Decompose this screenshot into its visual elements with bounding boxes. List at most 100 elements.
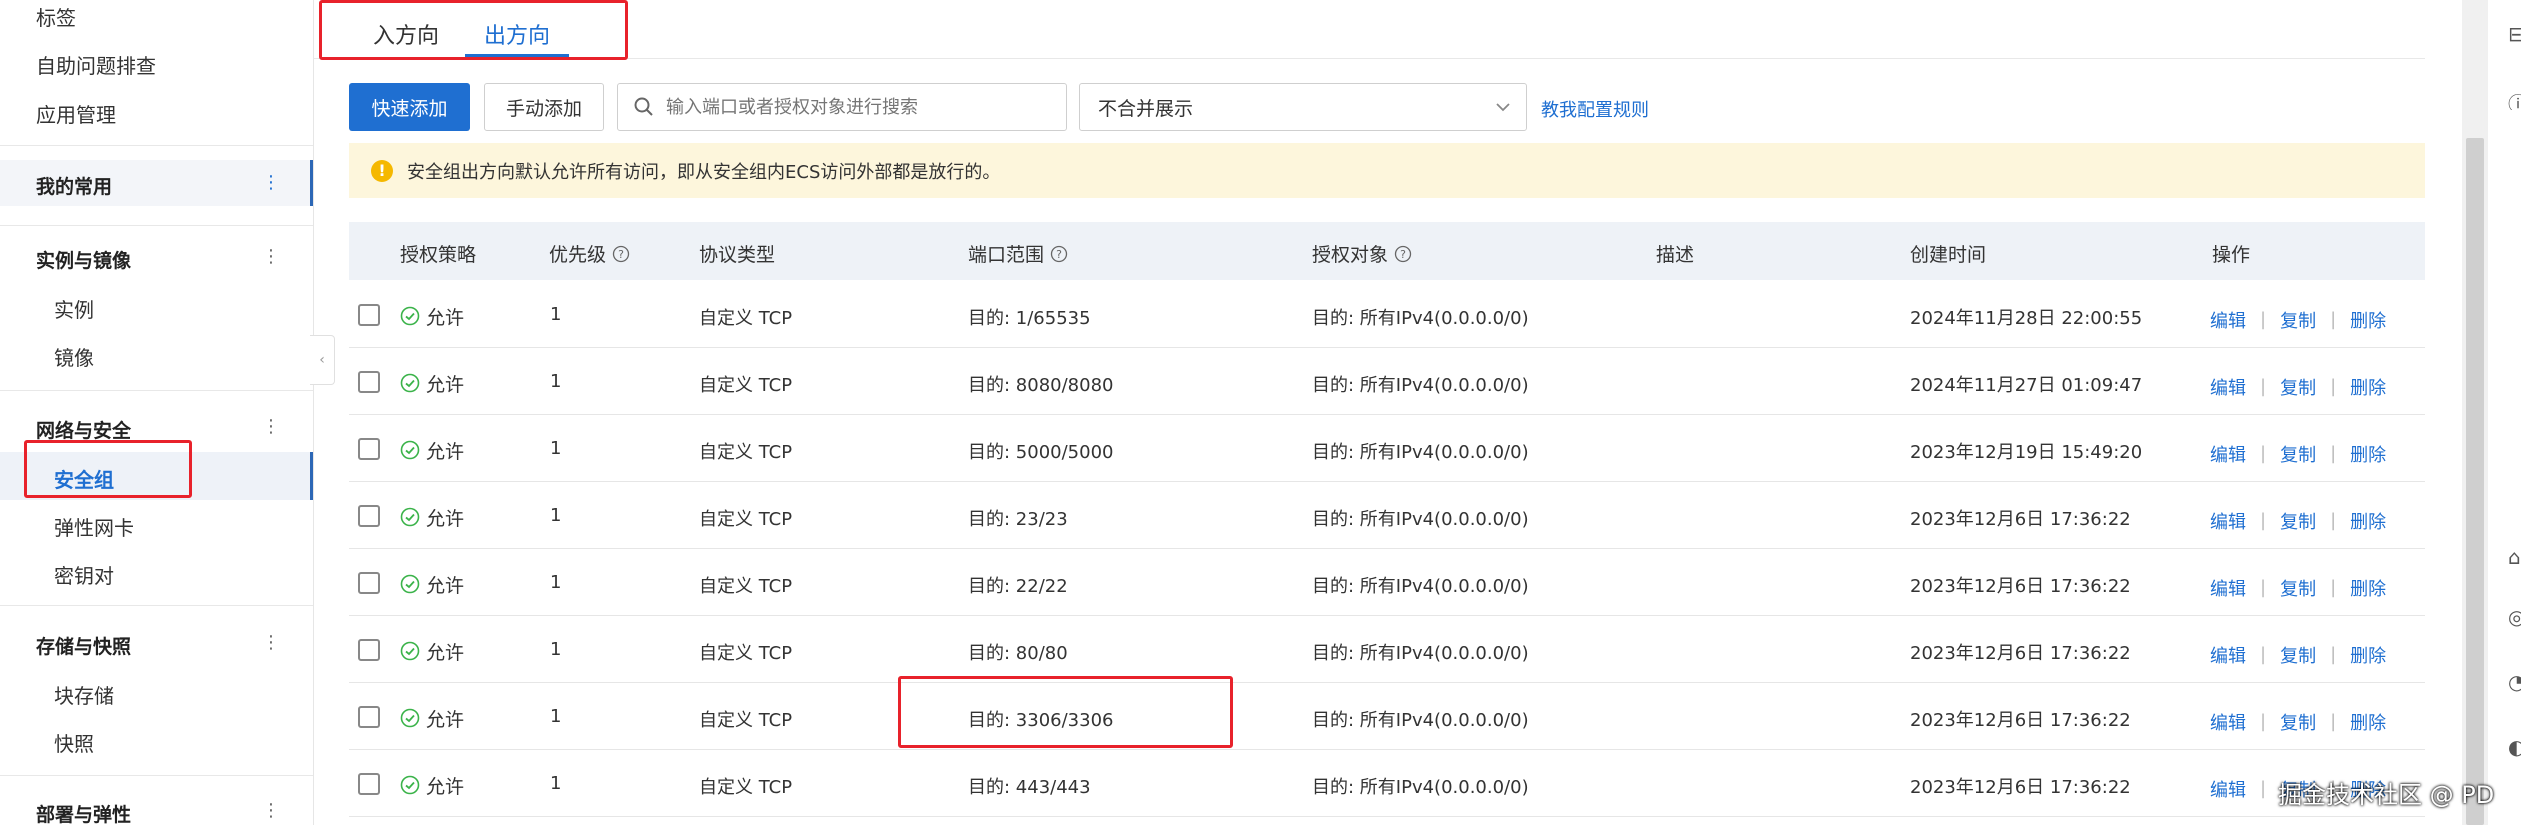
edit-link[interactable]: 编辑 [2210,307,2246,333]
row-divider [349,548,2425,549]
copy-link[interactable]: 复制 [2280,575,2316,601]
col-target: 授权对象? [1312,240,1412,267]
row-checkbox[interactable] [358,705,380,728]
search-input[interactable] [664,95,1058,119]
delete-link[interactable]: 删除 [2350,575,2386,601]
target-cell: 目的: 所有IPv4(0.0.0.0/0) [1312,374,1529,396]
delete-link[interactable]: 删除 [2350,508,2386,534]
row-actions: 编辑 | 复制 | 删除 [2210,374,2386,400]
sidebar-item-keypairs[interactable]: 密钥对 [54,560,114,589]
info-icon[interactable]: ⓘ [2508,88,2521,110]
manual-add-button[interactable]: 手动添加 [484,83,604,131]
highlight-box-tabs [319,0,628,60]
group-more-icon[interactable]: ⋮ [262,246,280,267]
copy-link[interactable]: 复制 [2280,307,2316,333]
sidebar-item-snapshots[interactable]: 快照 [54,728,94,757]
tool-icon[interactable]: ◎ [2508,605,2521,627]
policy-cell: 允许 [400,571,464,598]
row-actions: 编辑 | 复制 | 删除 [2210,709,2386,735]
check-circle-icon [400,641,420,661]
sidebar-group-network-security[interactable]: 网络与安全 [36,416,131,443]
sidebar-item-eni[interactable]: 弹性网卡 [54,512,134,541]
row-checkbox[interactable] [358,772,380,795]
col-actions: 操作 [2212,244,2251,266]
row-divider [349,414,2425,415]
copy-link[interactable]: 复制 [2280,709,2316,735]
group-more-icon[interactable]: ⋮ [262,632,280,653]
sidebar-divider [0,145,313,146]
separator: | [2260,309,2267,330]
edit-link[interactable]: 编辑 [2210,374,2246,400]
port-cell: 目的: 8080/8080 [968,374,1114,396]
sidebar-group-instances[interactable]: 实例与镜像 [36,246,131,273]
highlight-box-security-group [24,440,192,498]
delete-link[interactable]: 删除 [2350,709,2386,735]
created-cell: 2024年11月27日 01:09:47 [1910,374,2143,396]
help-icon[interactable]: ? [1050,245,1068,263]
protocol-cell: 自定义 TCP [699,374,793,396]
sidebar-divider [0,390,313,391]
sidebar-collapse-handle[interactable]: ‹ [310,335,335,385]
sidebar-item-tags[interactable]: 标签 [36,2,76,31]
group-more-icon[interactable]: ⋮ [262,416,280,437]
protocol-cell: 自定义 TCP [699,441,793,463]
scrollbar-thumb[interactable] [2466,138,2484,825]
delete-link[interactable]: 删除 [2350,374,2386,400]
separator: | [2260,711,2267,732]
target-cell: 目的: 所有IPv4(0.0.0.0/0) [1312,307,1529,329]
separator: | [2260,644,2267,665]
help-icon[interactable]: ? [1394,245,1412,263]
edit-link[interactable]: 编辑 [2210,575,2246,601]
created-cell: 2023年12月6日 17:36:22 [1910,709,2131,731]
group-more-icon[interactable]: ⋮ [262,800,280,821]
edit-link[interactable]: 编辑 [2210,709,2246,735]
row-actions: 编辑 | 复制 | 删除 [2210,575,2386,601]
quick-add-button[interactable]: 快速添加 [349,83,470,131]
separator: | [2330,510,2337,531]
check-circle-icon [400,373,420,393]
tool-icon[interactable]: ◔ [2508,670,2521,692]
merge-display-select[interactable]: 不合并展示 [1079,83,1527,131]
row-checkbox[interactable] [358,370,380,393]
sidebar-divider [0,605,313,606]
security-group-indicator [310,452,313,500]
sidebar-item-images[interactable]: 镜像 [54,342,94,371]
sidebar-item-app-management[interactable]: 应用管理 [36,99,116,128]
copy-link[interactable]: 复制 [2280,508,2316,534]
row-checkbox[interactable] [358,504,380,527]
delete-link[interactable]: 删除 [2350,642,2386,668]
tool-icon[interactable]: ⊟ [2508,22,2521,44]
check-circle-icon [400,440,420,460]
sidebar-group-storage[interactable]: 存储与快照 [36,632,131,659]
delete-link[interactable]: 删除 [2350,307,2386,333]
sidebar-item-block-storage[interactable]: 块存储 [54,680,114,709]
sidebar-item-instances[interactable]: 实例 [54,294,94,323]
edit-link[interactable]: 编辑 [2210,508,2246,534]
sidebar-divider [0,775,313,776]
copy-link[interactable]: 复制 [2280,642,2316,668]
sidebar-group-deploy[interactable]: 部署与弹性 [36,800,131,827]
sidebar-item-self-troubleshoot[interactable]: 自助问题排查 [36,50,156,79]
separator: | [2330,577,2337,598]
separator: | [2330,443,2337,464]
row-checkbox[interactable] [358,638,380,661]
tool-icon[interactable]: ⌂ [2508,545,2521,567]
help-icon[interactable]: ? [612,245,630,263]
edit-link[interactable]: 编辑 [2210,642,2246,668]
edit-link[interactable]: 编辑 [2210,776,2246,802]
separator: | [2260,778,2267,799]
favorites-more-icon[interactable]: ⋮ [262,172,280,193]
delete-link[interactable]: 删除 [2350,441,2386,467]
sidebar-group-favorites[interactable]: 我的常用 [36,172,112,199]
tool-icon[interactable]: ◐ [2508,735,2521,757]
priority-cell: 1 [550,437,562,459]
row-checkbox[interactable] [358,571,380,594]
row-actions: 编辑 | 复制 | 删除 [2210,307,2386,333]
edit-link[interactable]: 编辑 [2210,441,2246,467]
copy-link[interactable]: 复制 [2280,441,2316,467]
row-checkbox[interactable] [358,303,380,326]
row-checkbox[interactable] [358,437,380,460]
copy-link[interactable]: 复制 [2280,374,2316,400]
check-circle-icon [400,775,420,795]
config-rules-help-link[interactable]: 教我配置规则 [1541,96,1649,122]
